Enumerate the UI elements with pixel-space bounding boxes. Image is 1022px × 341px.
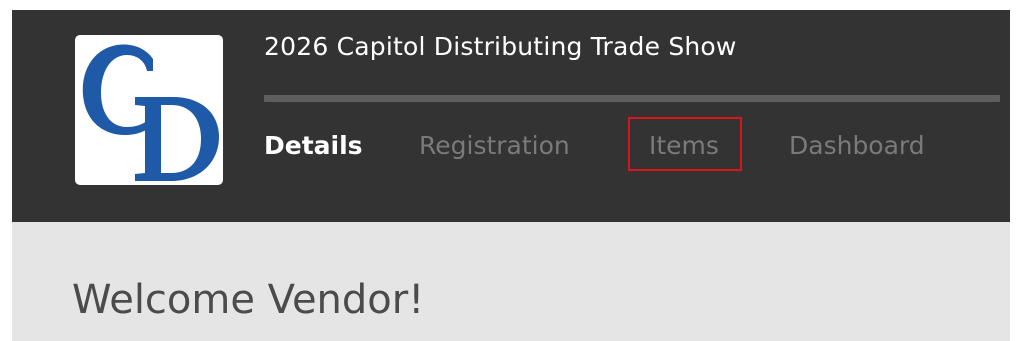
items-tab-highlight bbox=[628, 117, 742, 171]
tab-dashboard[interactable]: Dashboard bbox=[789, 128, 925, 164]
event-title: 2026 Capitol Distributing Trade Show bbox=[264, 32, 737, 61]
cd-logo-icon bbox=[82, 44, 219, 181]
header: 2026 Capitol Distributing Trade Show Det… bbox=[12, 10, 1010, 222]
app-frame: 2026 Capitol Distributing Trade Show Det… bbox=[12, 10, 1010, 341]
main-content: Welcome Vendor! bbox=[12, 222, 1010, 341]
progress-bar bbox=[264, 95, 1000, 102]
cd-logo[interactable] bbox=[75, 35, 223, 185]
tab-details[interactable]: Details bbox=[264, 128, 363, 164]
tab-registration[interactable]: Registration bbox=[419, 128, 570, 164]
welcome-heading: Welcome Vendor! bbox=[72, 277, 425, 323]
